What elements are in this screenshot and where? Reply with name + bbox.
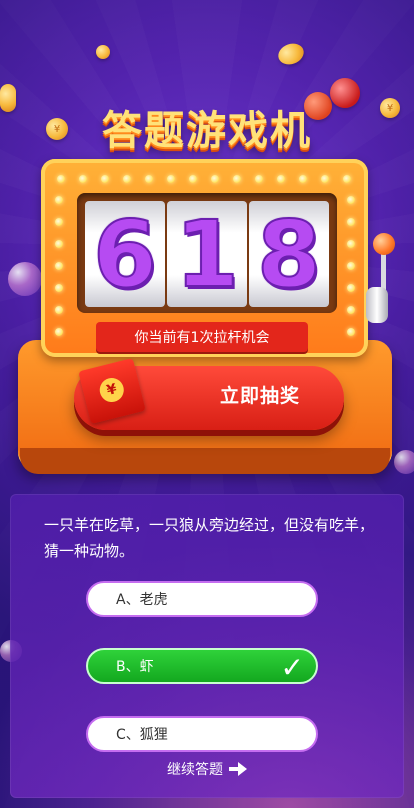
arrow-right-icon	[229, 762, 247, 776]
light-bulb	[233, 175, 241, 183]
continue-quiz-link[interactable]: 继续答题	[0, 759, 414, 779]
continue-label: 继续答题	[167, 762, 223, 778]
light-bulb	[55, 196, 63, 204]
chance-count-banner: 你当前有1次拉杆机会	[96, 322, 308, 352]
light-bulb	[347, 262, 355, 270]
light-bulb	[343, 175, 351, 183]
light-bulb	[57, 175, 65, 183]
light-bulb	[347, 196, 355, 204]
page-title: 答题游戏机	[102, 108, 312, 154]
light-bulb	[101, 175, 109, 183]
light-bulb	[277, 175, 285, 183]
question-text: 一只羊在吃草，一只狼从旁边经过，但没有吃羊，猜一种动物。	[44, 516, 375, 560]
light-bulb	[123, 175, 131, 183]
light-bulb	[321, 175, 329, 183]
draw-button-label[interactable]: 立即抽奖	[180, 366, 340, 422]
light-bulb	[211, 175, 219, 183]
light-bulb	[347, 218, 355, 226]
yuan-icon: ¥	[97, 375, 127, 405]
coin-decoration	[96, 45, 110, 59]
check-icon: ✓	[280, 651, 304, 684]
lever-base	[366, 287, 388, 323]
option-c[interactable]: C、狐狸	[86, 716, 318, 752]
option-b[interactable]: B、虾 ✓	[86, 648, 318, 684]
light-bulb	[55, 328, 63, 336]
light-bulb	[55, 284, 63, 292]
light-bulb	[55, 218, 63, 226]
reel-2: 1	[167, 200, 247, 309]
lever-knob[interactable]	[373, 233, 395, 255]
light-bulb	[79, 175, 87, 183]
light-bulb	[167, 175, 175, 183]
reel-1: 6	[85, 200, 165, 309]
light-bulb	[347, 284, 355, 292]
option-label: C、狐狸	[116, 727, 168, 743]
option-a[interactable]: A、老虎	[86, 581, 318, 617]
light-bulb	[347, 240, 355, 248]
light-bulb	[347, 306, 355, 314]
light-bulb	[347, 328, 355, 336]
machine-base	[20, 448, 390, 474]
light-bulb	[299, 175, 307, 183]
option-label: A、老虎	[116, 592, 168, 608]
bubble-decoration	[394, 450, 414, 474]
light-bulb	[55, 262, 63, 270]
light-bulb	[189, 175, 197, 183]
light-bulb	[55, 240, 63, 248]
light-bulb	[255, 175, 263, 183]
option-label: B、虾	[116, 659, 154, 675]
reel-3: 8	[249, 200, 329, 309]
bubble-decoration	[8, 262, 42, 296]
light-bulb	[145, 175, 153, 183]
light-bulb	[55, 306, 63, 314]
